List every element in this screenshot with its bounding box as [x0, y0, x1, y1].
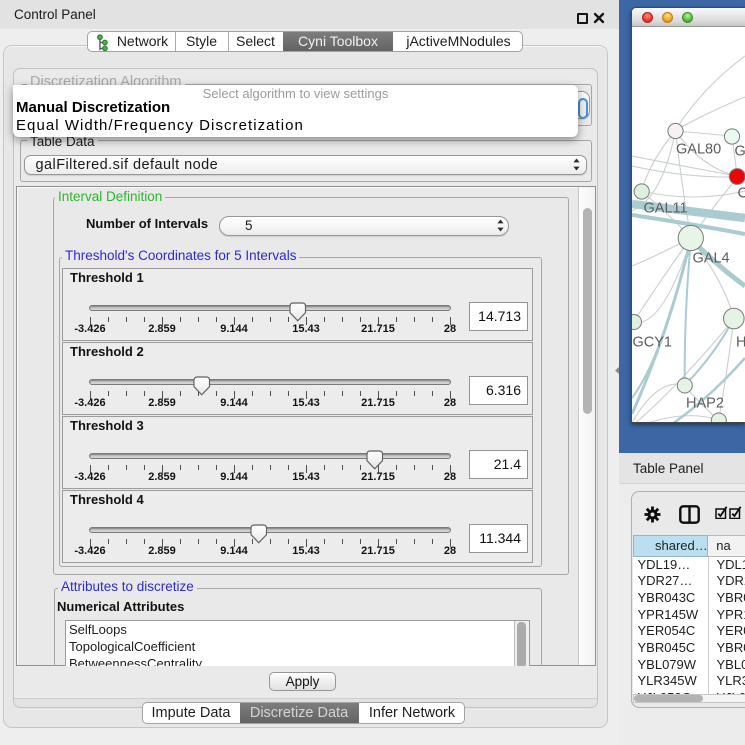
svg-text:H: H [736, 334, 745, 350]
svg-text:HAP2: HAP2 [686, 395, 724, 411]
svg-text:GAL11: GAL11 [644, 200, 688, 216]
svg-text:GAL4: GAL4 [693, 250, 730, 266]
svg-text:GAL80: GAL80 [676, 141, 721, 157]
svg-text:GCY1: GCY1 [633, 334, 673, 350]
svg-text:CD: CD [738, 185, 745, 201]
svg-text:GA: GA [735, 143, 745, 159]
